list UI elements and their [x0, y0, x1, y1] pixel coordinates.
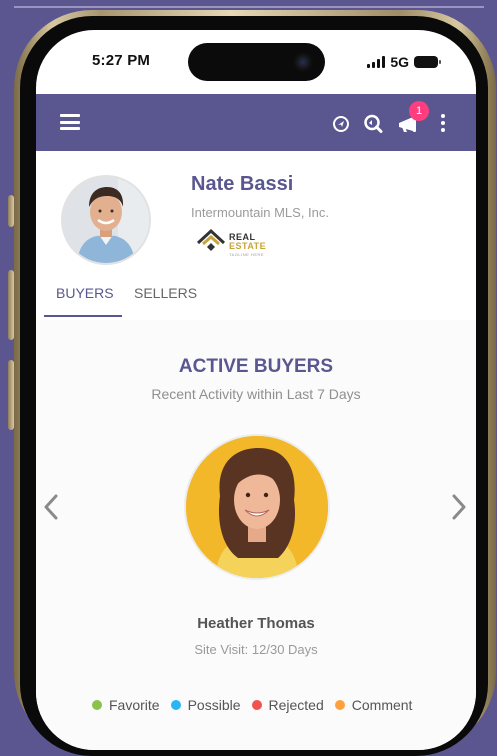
signal-icon: [367, 56, 386, 68]
logo-line2: ESTATE: [229, 241, 267, 251]
buyer-avatar[interactable]: [184, 434, 330, 580]
active-tab-indicator: [44, 315, 122, 317]
chevron-right-icon[interactable]: [450, 492, 468, 522]
legend-possible[interactable]: Possible: [170, 697, 241, 713]
agent-avatar: [61, 175, 151, 265]
section-subtitle: Recent Activity within Last 7 Days: [151, 386, 361, 402]
section-title: ACTIVE BUYERS: [178, 356, 334, 377]
tab-sellers[interactable]: SELLERS: [134, 285, 197, 301]
buyer-name[interactable]: Heather Thomas: [36, 615, 476, 632]
status-time: 5:27 PM: [92, 52, 151, 69]
house-logo-icon: [196, 228, 226, 251]
legend-rejected[interactable]: Rejected: [251, 697, 324, 713]
notification-badge: 1: [409, 101, 429, 121]
comment-dot-icon: [334, 700, 345, 710]
legend-comment-label: Comment: [351, 697, 413, 713]
tab-buyers[interactable]: BUYERS: [56, 285, 114, 301]
favorite-dot-icon: [92, 700, 102, 710]
search-icon[interactable]: [362, 113, 384, 135]
legend-favorite-label: Favorite: [109, 697, 160, 713]
activity-legend: Favorite Possible Rejected Comment: [92, 697, 412, 713]
battery-icon: [414, 56, 441, 68]
legend-possible-label: Possible: [187, 697, 241, 713]
chevron-left-icon[interactable]: [42, 492, 60, 522]
top-edge-line: [14, 6, 484, 8]
legend-favorite[interactable]: Favorite: [92, 697, 160, 713]
buyer-site-visit: Site Visit: 12/30 Days: [194, 642, 318, 657]
real-estate-logo: REAL ESTATE TAGLINE HERE: [196, 228, 282, 260]
possible-dot-icon: [170, 700, 181, 710]
dynamic-island: [188, 43, 325, 81]
more-vertical-icon[interactable]: [439, 113, 447, 133]
agent-name: Nate Bassi: [191, 173, 294, 195]
logo-tagline: TAGLINE HERE: [229, 252, 265, 257]
rejected-dot-icon: [251, 700, 262, 710]
phone-screen: 5:27 PM 5G 1 Nate Bassi Intermountain ML…: [36, 30, 476, 750]
camera-lens: [293, 52, 313, 72]
app-bar: 1: [36, 94, 476, 151]
menu-icon[interactable]: [60, 114, 80, 130]
network-label: 5G: [390, 54, 409, 70]
agent-organization: Intermountain MLS, Inc.: [191, 205, 330, 220]
legend-rejected-label: Rejected: [268, 697, 324, 713]
status-indicators: 5G: [367, 54, 441, 70]
legend-comment[interactable]: Comment: [334, 697, 413, 713]
location-icon[interactable]: [330, 113, 352, 135]
tab-bar: BUYERS SELLERS: [36, 280, 476, 318]
